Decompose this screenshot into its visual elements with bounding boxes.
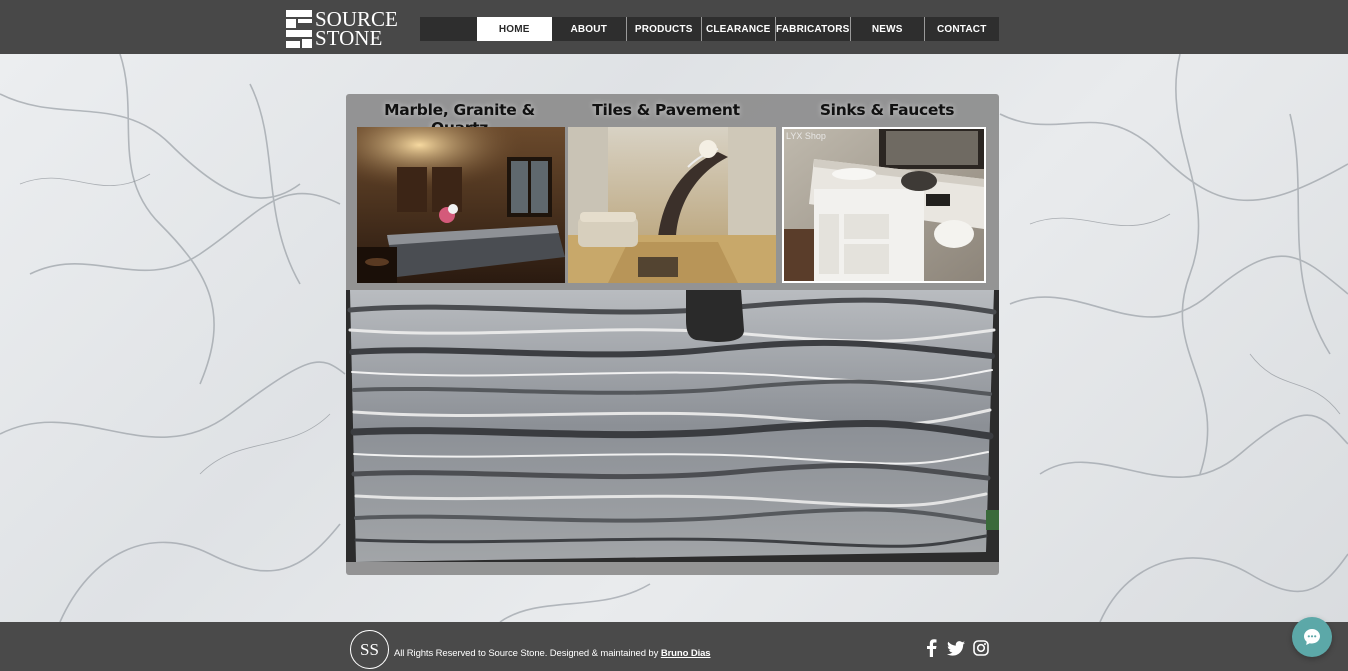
copyright-label: All Rights Reserved to Source Stone. Des… bbox=[394, 648, 661, 659]
twitter-icon[interactable] bbox=[946, 638, 966, 658]
nav-item-home[interactable]: HOME bbox=[477, 17, 552, 41]
nav-item-products[interactable]: PRODUCTS bbox=[626, 17, 701, 41]
site-footer bbox=[0, 622, 1348, 671]
bathroom-vanity-photo[interactable]: LYX Shop bbox=[782, 127, 986, 283]
category-title-sinks[interactable]: Sinks & Faucets bbox=[782, 101, 992, 119]
source-stone-logo[interactable]: SOURCE STONE bbox=[286, 9, 404, 50]
nav-item-contact[interactable]: CONTACT bbox=[924, 17, 999, 41]
facebook-icon[interactable] bbox=[921, 638, 941, 658]
watermark-text: LYX Shop bbox=[786, 131, 826, 141]
nav-item-clearance[interactable]: CLEARANCE bbox=[700, 17, 776, 41]
ss-badge-logo[interactable]: SS bbox=[350, 630, 389, 669]
site-header: SOURCE STONE HOME ABOUT PRODUCTS CLEARAN… bbox=[0, 0, 1348, 54]
marble-slab-photo bbox=[346, 290, 999, 562]
category-title-tiles[interactable]: Tiles & Pavement bbox=[568, 101, 764, 119]
logo-line-2: STONE bbox=[315, 26, 383, 50]
logo-mark-icon bbox=[286, 10, 312, 48]
nav-item-about[interactable]: ABOUT bbox=[552, 17, 627, 41]
chat-launcher-button[interactable] bbox=[1292, 617, 1332, 657]
nav-item-news[interactable]: NEWS bbox=[849, 17, 925, 41]
main-nav: HOME ABOUT PRODUCTS CLEARANCE FABRICATOR… bbox=[420, 17, 999, 41]
author-link[interactable]: Bruno Dias bbox=[661, 648, 711, 659]
copyright-text: All Rights Reserved to Source Stone. Des… bbox=[394, 648, 711, 659]
nav-item-fabricators[interactable]: FABRICATORS bbox=[775, 17, 850, 41]
lobby-photo[interactable] bbox=[568, 127, 776, 283]
kitchen-photo[interactable] bbox=[357, 127, 565, 283]
instagram-icon[interactable] bbox=[971, 638, 991, 658]
chat-bubble-icon bbox=[1304, 629, 1320, 645]
